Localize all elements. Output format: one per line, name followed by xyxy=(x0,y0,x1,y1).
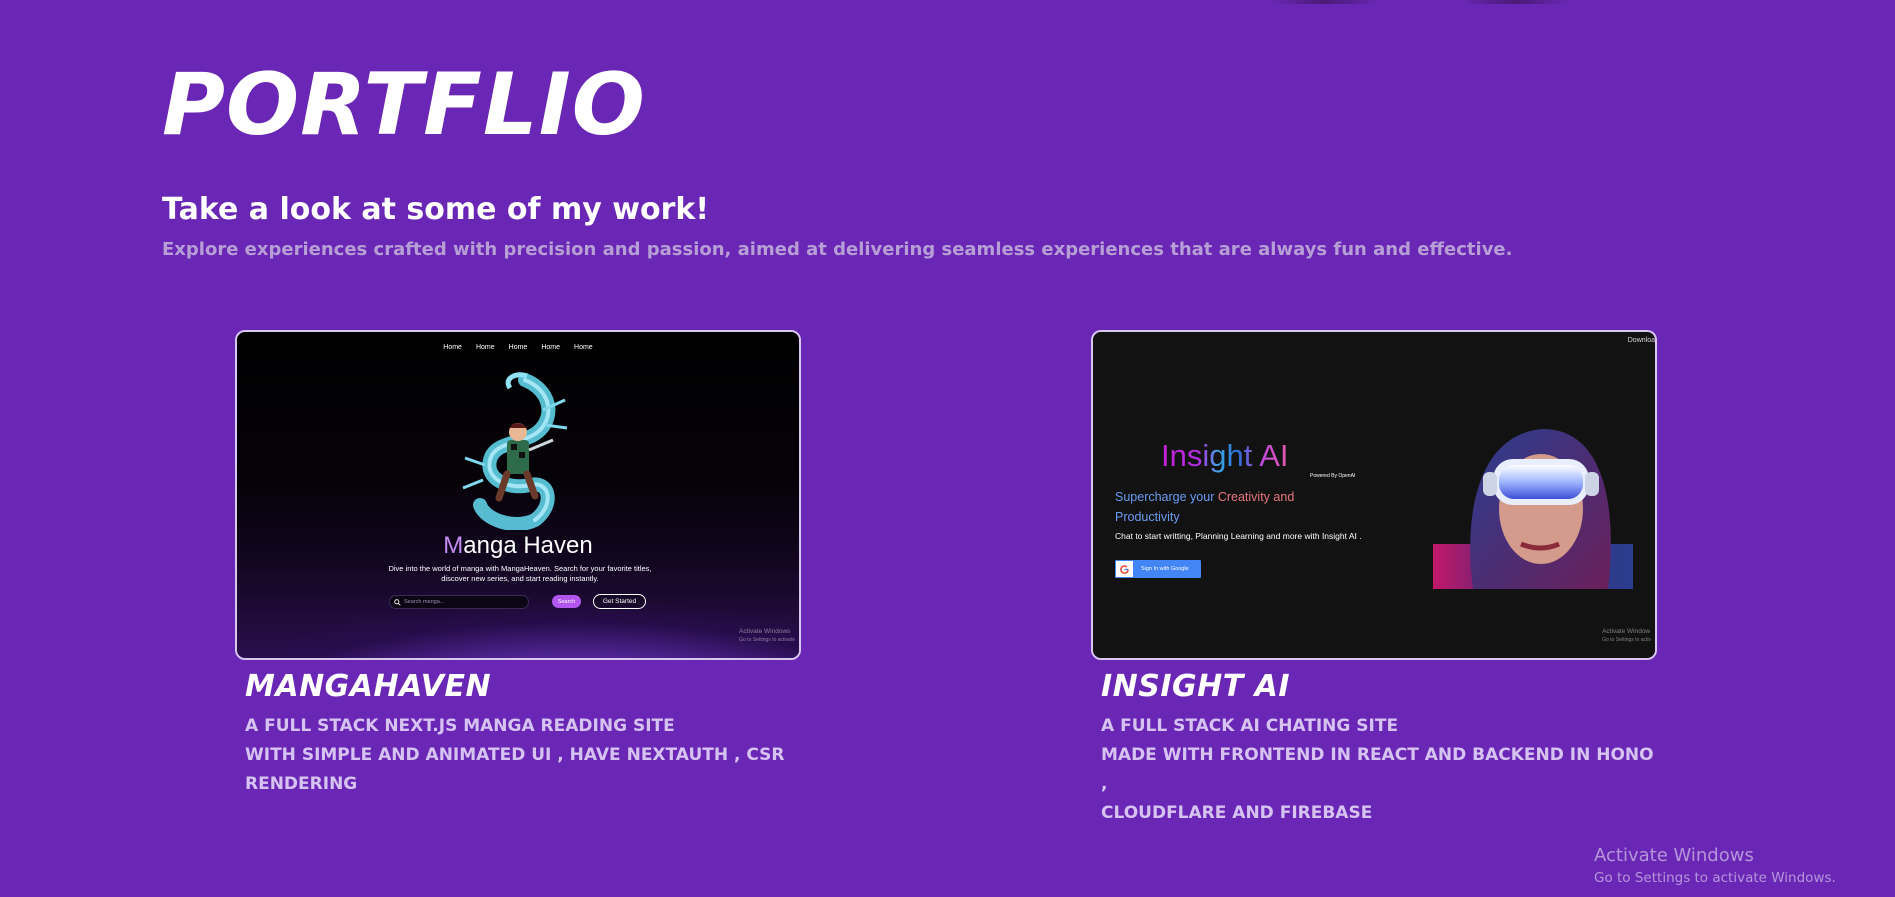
project-card-insight-ai[interactable]: Downloa Insight AI Powered By OpenAI Sup… xyxy=(1091,330,1657,828)
preview-nav: Home Home Home Home Home xyxy=(237,344,799,351)
preview-search-button: Search xyxy=(552,595,581,608)
portfolio-header: PORTFLIO Take a look at some of my work!… xyxy=(162,55,1762,262)
top-decoration-right xyxy=(1460,0,1570,4)
preview-tagline: Supercharge your Creativity and Producti… xyxy=(1115,490,1295,524)
preview-google-signin-button: Sign In with Google xyxy=(1115,560,1201,578)
project-thumbnail-insight-ai[interactable]: Downloa Insight AI Powered By OpenAI Sup… xyxy=(1091,330,1657,660)
project-description: A FULL STACK NEXT.JS MANGA READING SITE … xyxy=(245,716,785,794)
project-description: A FULL STACK AI CHATING SITE MADE WITH F… xyxy=(1101,716,1654,823)
preview-activation-watermark: Activate Window Go to Settings to activ xyxy=(1602,628,1651,643)
preview-brand: Insight AI xyxy=(1161,438,1289,473)
preview-download-link: Downloa xyxy=(1627,337,1655,344)
project-thumbnail-mangahaven[interactable]: Home Home Home Home Home Manga Haven Div… xyxy=(235,330,801,660)
preview-activation-watermark: Activate Windows Go to Settings to activ… xyxy=(739,628,795,643)
watermark-subtitle: Go to Settings to activate Windows. xyxy=(1594,870,1836,886)
section-subtitle: Explore experiences crafted with precisi… xyxy=(162,239,1513,260)
project-title: INSIGHT AI xyxy=(1101,669,1291,704)
mangahaven-preview: Home Home Home Home Home Manga Haven Div… xyxy=(237,332,799,658)
page-title: PORTFLIO xyxy=(162,55,646,155)
section-heading: Take a look at some of my work! xyxy=(162,192,710,227)
preview-powered-by: Powered By OpenAI xyxy=(1310,473,1356,479)
preview-nav-item: Home xyxy=(508,344,528,351)
preview-title: Manga Haven xyxy=(443,532,593,559)
watermark-title: Activate Windows xyxy=(1594,845,1754,866)
preview-search-input: Search manga... xyxy=(389,595,529,609)
project-card-mangahaven[interactable]: Home Home Home Home Home Manga Haven Div… xyxy=(235,330,801,799)
top-decoration-left xyxy=(1270,0,1380,4)
preview-description: Dive into the world of manga with MangaH… xyxy=(388,564,652,583)
preview-nav-item: Home xyxy=(541,344,561,351)
vr-headset-portrait xyxy=(1433,429,1633,589)
preview-description: Chat to start writting, Planning Learnin… xyxy=(1115,531,1362,541)
preview-get-started-button: Get Started xyxy=(593,594,646,609)
preview-nav-item: Home xyxy=(574,344,593,351)
search-placeholder: Search manga... xyxy=(404,599,445,605)
search-icon xyxy=(394,598,401,606)
anime-character-illustration xyxy=(462,372,568,530)
windows-activation-watermark: Activate Windows Go to Settings to activ… xyxy=(1594,844,1836,888)
project-title: MANGAHAVEN xyxy=(245,669,492,704)
preview-nav-item: Home xyxy=(475,344,495,351)
insight-ai-preview: Downloa Insight AI Powered By OpenAI Sup… xyxy=(1093,332,1655,658)
google-icon xyxy=(1120,564,1129,574)
preview-nav-item: Home xyxy=(443,344,462,351)
